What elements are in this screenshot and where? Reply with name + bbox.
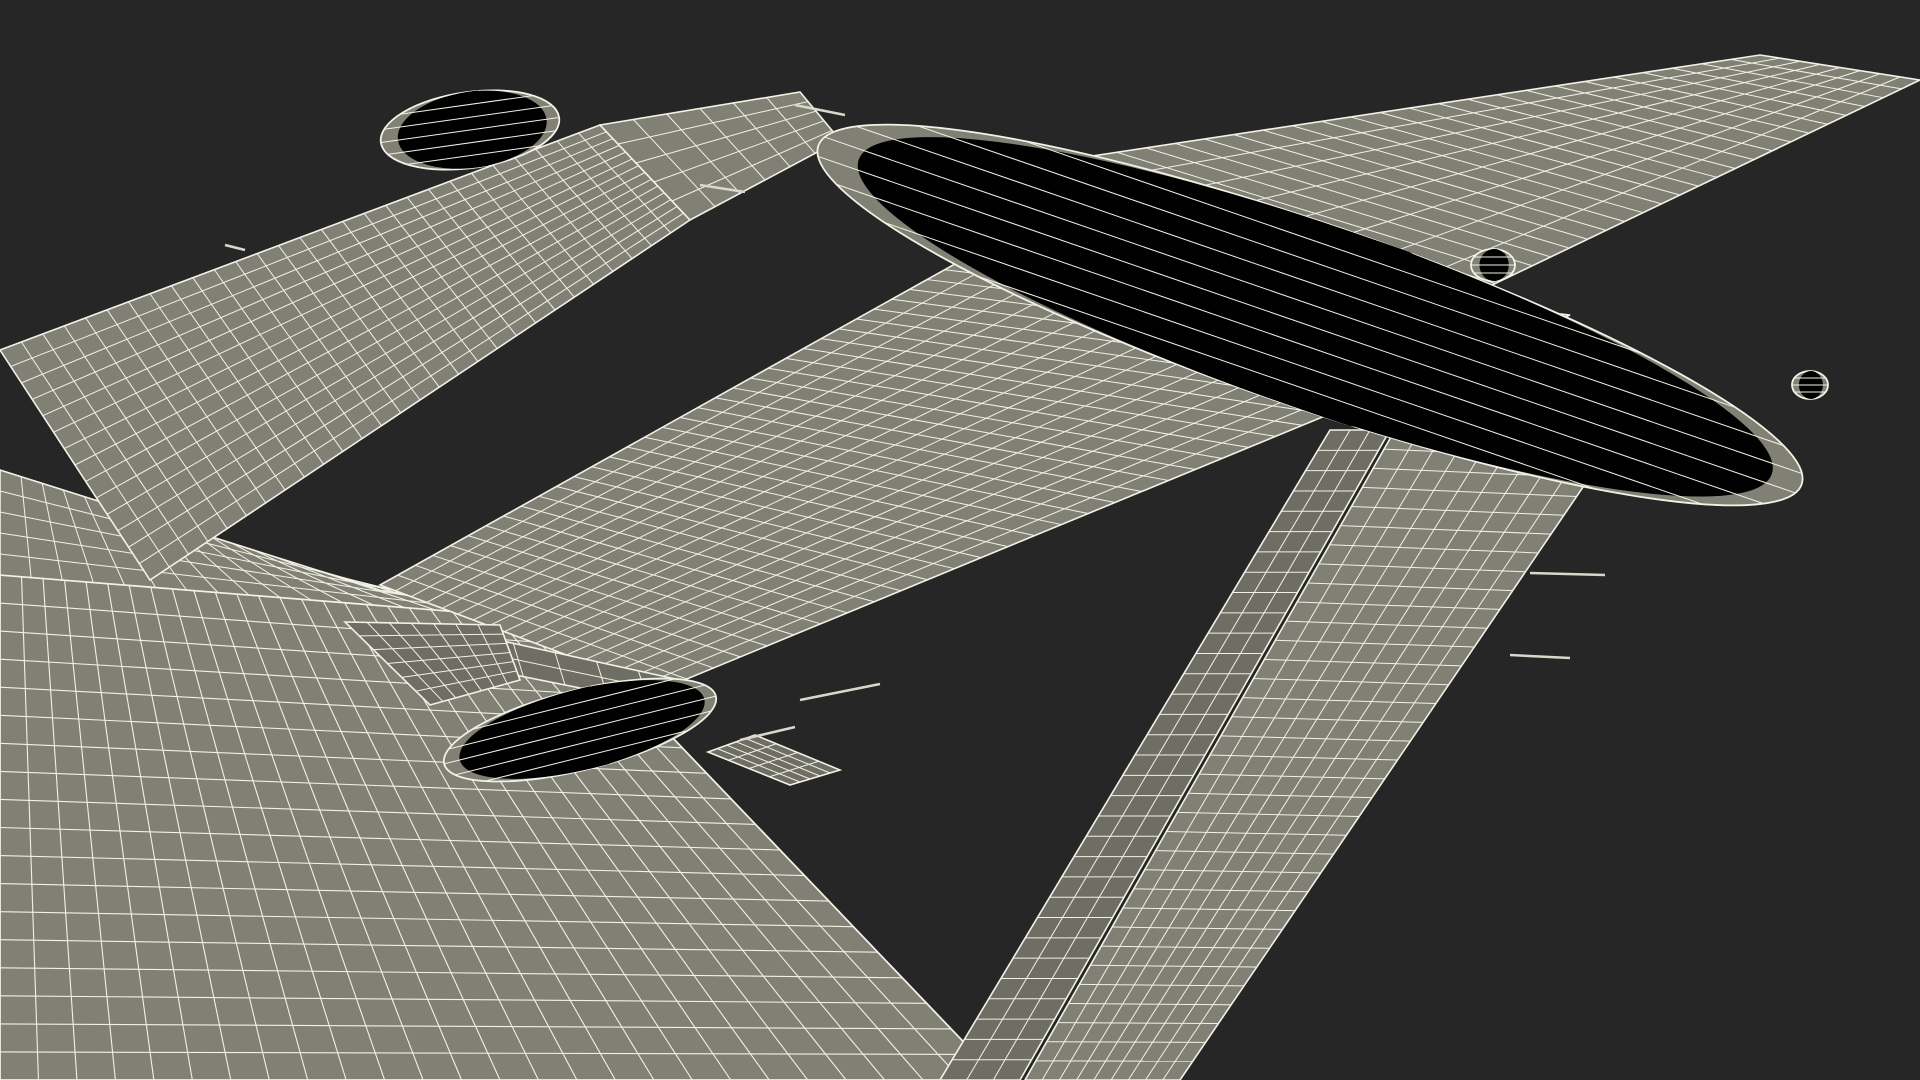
render-viewport xyxy=(0,0,1920,1080)
nacelle-nose-cone xyxy=(1791,370,1829,400)
pod-antenna-1 xyxy=(799,682,881,702)
flap-antenna-2 xyxy=(1509,653,1571,660)
dome-sensor xyxy=(1470,248,1516,282)
underwing-hatch xyxy=(705,734,843,786)
wireframe-render xyxy=(0,54,1920,1080)
flap-antenna-1 xyxy=(1529,571,1606,577)
pod-antenna-2 xyxy=(739,725,796,742)
left-wing-antenna-3 xyxy=(224,243,246,252)
